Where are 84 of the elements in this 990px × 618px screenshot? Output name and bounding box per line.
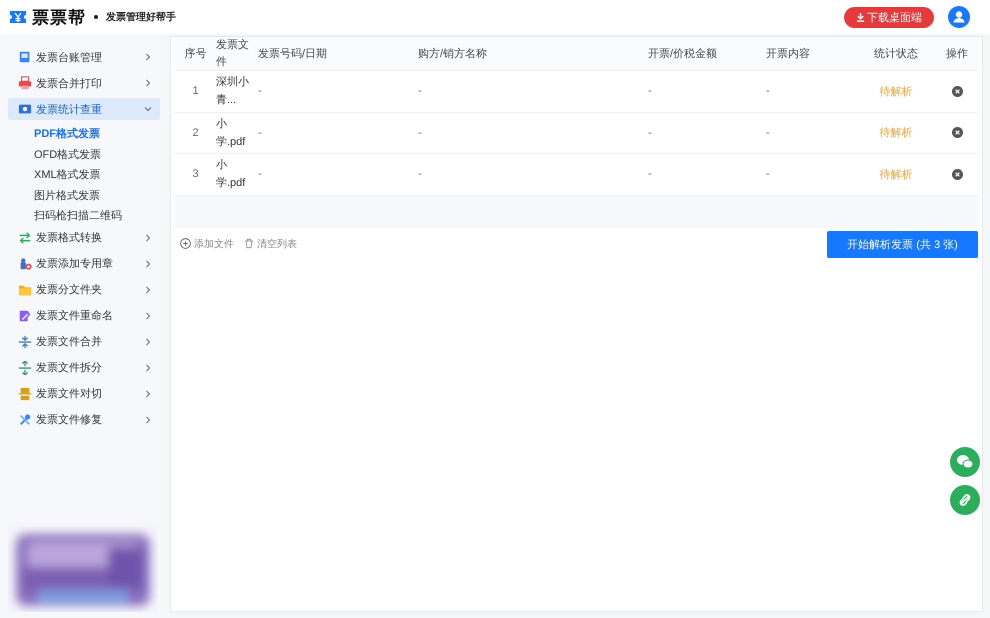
chevron-right-icon	[144, 312, 152, 320]
chevron-right-icon	[144, 390, 152, 398]
separator-dot-icon	[94, 15, 98, 19]
chevron-right-icon	[144, 53, 152, 61]
chevron-right-icon	[144, 338, 152, 346]
sidebar-item[interactable]: 发票统计查重	[8, 98, 160, 120]
download-icon	[856, 12, 865, 22]
sidebar-item[interactable]: 发票文件对切	[8, 382, 160, 405]
plus-circle-icon	[180, 238, 191, 249]
sidebar-item[interactable]: 发票分文件夹	[8, 278, 160, 301]
status-text: 待解析	[878, 168, 914, 182]
chevron-down-icon	[144, 105, 152, 113]
chevron-right-icon	[144, 260, 152, 268]
sidebar-item[interactable]: 发票文件合并	[8, 330, 160, 353]
cut-icon	[18, 386, 32, 401]
submenu-item[interactable]: 扫码枪扫描二维码	[8, 206, 160, 227]
table-cell-text: -	[418, 126, 423, 139]
submenu-item[interactable]: XML格式发票	[8, 165, 160, 186]
status-text: 待解析	[878, 84, 914, 99]
swap-arrows-icon	[18, 230, 32, 245]
submenu-item[interactable]: 图片格式发票	[8, 186, 160, 206]
wechat-icon[interactable]	[950, 447, 980, 477]
table-cell-text: -	[257, 126, 263, 139]
merge-icon	[18, 334, 32, 349]
table-cell-text: -	[257, 85, 263, 98]
stamp-icon	[18, 256, 32, 271]
column-header: 统计状态	[873, 46, 919, 61]
table-cell-text: -	[648, 85, 653, 98]
sidebar-item[interactable]: 发票文件拆分	[8, 356, 160, 379]
submenu-item[interactable]: PDF格式发票	[8, 124, 160, 145]
submenu-item[interactable]: OFD格式发票	[8, 144, 160, 166]
book-icon	[18, 50, 32, 64]
column-header: 开票/价税金额	[648, 46, 718, 61]
link-icon[interactable]	[950, 485, 980, 515]
sidebar-item[interactable]: 发票合并打印	[8, 72, 160, 94]
sidebar-item[interactable]: 发票添加专用章	[8, 252, 160, 275]
download-button[interactable]: 下载桌面端	[844, 6, 934, 28]
table-cell-text: -	[648, 126, 653, 139]
column-header: 购方/销方名称	[418, 46, 488, 61]
table-cell-text: 3	[191, 168, 200, 180]
column-header: 序号	[184, 46, 208, 61]
table-cell-text: -	[766, 85, 771, 98]
chevron-right-icon	[144, 286, 152, 294]
table-cell-text: 深圳小青...	[216, 75, 249, 108]
avatar-icon[interactable]	[948, 6, 970, 28]
remove-icon[interactable]	[952, 127, 962, 138]
table-cell-text: -	[418, 85, 423, 98]
table-cell-text: -	[257, 168, 263, 180]
chevron-right-icon	[144, 79, 152, 87]
remove-icon[interactable]	[952, 168, 962, 180]
brand-name: 票票帮	[32, 6, 86, 28]
table-cell-text: -	[766, 126, 771, 139]
status-text: 待解析	[878, 126, 914, 140]
table-cell-text: -	[418, 168, 423, 180]
column-header: 发票文件	[216, 38, 249, 70]
printer-icon	[18, 76, 32, 90]
start-parse-button[interactable]: 开始解析发票 (共 3 张)	[827, 230, 978, 258]
table-cell-text: -	[648, 168, 653, 180]
column-header: 开票内容	[766, 46, 811, 61]
rename-icon	[18, 308, 32, 323]
chevron-right-icon	[144, 234, 152, 242]
sidebar-item[interactable]: 发票台账管理	[8, 46, 160, 68]
column-header: 发票号码/日期	[257, 47, 328, 61]
column-header: 操作	[945, 47, 969, 61]
chevron-right-icon	[144, 364, 152, 372]
wrench-icon	[18, 412, 32, 427]
sidebar-item[interactable]: 发票文件修复	[8, 408, 160, 431]
sidebar-item[interactable]: 发票文件重命名	[8, 304, 160, 327]
folder-icon	[18, 282, 32, 297]
split-icon	[18, 360, 32, 375]
logo-icon	[8, 8, 28, 26]
add-file-button[interactable]: 添加文件	[180, 236, 234, 250]
table-cell-text: 2	[191, 126, 200, 139]
table-cell-text: 小学.pdf	[216, 116, 246, 150]
remove-icon[interactable]	[952, 86, 962, 97]
sidebar-item[interactable]: 发票格式转换	[8, 226, 160, 249]
table-cell-text: -	[766, 168, 771, 180]
trash-icon	[244, 238, 254, 249]
ticket-icon	[18, 102, 32, 116]
tagline: 发票管理好帮手	[106, 10, 176, 24]
table-cell-text: 小学.pdf	[216, 158, 246, 192]
table-cell-text: 1	[191, 85, 200, 98]
chevron-right-icon	[144, 416, 152, 424]
clear-list-button[interactable]: 清空列表	[244, 236, 297, 250]
